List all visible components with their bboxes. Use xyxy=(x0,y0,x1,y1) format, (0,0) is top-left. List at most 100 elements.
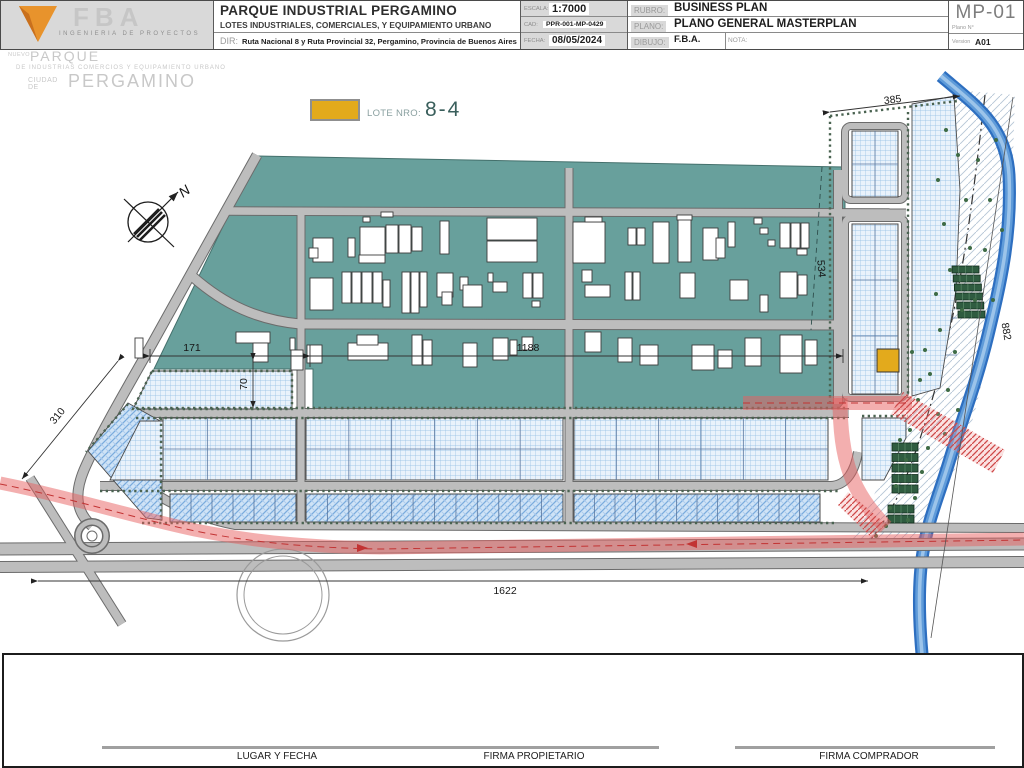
building-footprint xyxy=(420,272,427,307)
building-footprint xyxy=(523,273,532,298)
building-footprint xyxy=(399,225,411,253)
building-footprint xyxy=(423,340,432,365)
branding-nuevo: NUEVO xyxy=(8,52,30,58)
title-block: FBA INGENIERIA DE PROYECTOS PARQUE INDUS… xyxy=(0,0,1024,50)
building-footprint xyxy=(633,272,640,300)
fba-tagline: INGENIERIA DE PROYECTOS xyxy=(59,31,200,37)
logo-cell: FBA INGENIERIA DE PROYECTOS xyxy=(1,1,214,49)
sheet-number-cell: MP-01 Plano N° Version A01 xyxy=(949,1,1023,49)
dir-label: DIR: xyxy=(220,36,238,46)
plan-info-cell: RUBRO: BUSINESS PLAN PLANO: PLANO GENERA… xyxy=(628,1,949,49)
branding-ciudad-de: CIUDAD DE xyxy=(28,77,58,91)
signature-line-propietario xyxy=(407,746,659,749)
dim-1622: 1622 xyxy=(493,585,517,597)
building-footprint xyxy=(290,338,295,350)
north-label: N xyxy=(175,181,193,200)
building-footprint xyxy=(348,238,355,257)
legend-lot-swatch xyxy=(310,99,360,121)
dibujo-value: F.B.A. xyxy=(674,34,700,45)
building-footprint xyxy=(805,340,817,365)
signature-line-comprador xyxy=(735,746,995,749)
fecha-label: FECHA: xyxy=(524,38,545,44)
tree-dot xyxy=(1000,228,1004,232)
tree-dot xyxy=(936,178,940,182)
tree-dot xyxy=(946,388,950,392)
dim-534: 534 xyxy=(814,259,827,278)
tree-dot xyxy=(894,484,898,488)
dim-171: 171 xyxy=(183,342,201,354)
building-footprint xyxy=(383,280,390,307)
dim-310: 310 xyxy=(47,405,67,426)
tree-dot xyxy=(898,438,902,442)
building-footprint xyxy=(362,272,372,303)
tree-dot xyxy=(976,158,980,162)
dir-value: Ruta Nacional 8 y Ruta Provincial 32, Pe… xyxy=(242,37,517,46)
building-footprint xyxy=(768,240,775,246)
tree-dot xyxy=(968,246,972,250)
building-footprint xyxy=(310,278,333,310)
building-footprint xyxy=(716,238,725,258)
sheet-number: MP-01 xyxy=(949,2,1023,24)
building-footprint xyxy=(236,332,270,343)
building-footprint xyxy=(363,217,370,222)
tree-dot xyxy=(934,292,938,296)
sign-label-lugar-y-fecha: LUGAR Y FECHA xyxy=(237,751,317,762)
building-footprint xyxy=(412,227,422,251)
cad-value: PPR-001-MP-0429 xyxy=(543,21,606,28)
building-footprint xyxy=(442,292,452,305)
north-arrow-icon: N xyxy=(124,181,194,247)
fecha-value: 08/05/2024 xyxy=(549,35,605,46)
building-footprint xyxy=(680,273,695,298)
tree-dot xyxy=(923,348,927,352)
building-footprint xyxy=(381,212,393,217)
legend-label: LOTE NRO: xyxy=(367,108,421,119)
building-footprint xyxy=(573,222,605,263)
building-footprint xyxy=(291,350,303,370)
dibujo-label: DIBUJO: xyxy=(631,37,669,48)
building-footprint xyxy=(463,343,477,367)
building-footprint xyxy=(745,338,761,366)
dim-70: 70 xyxy=(238,378,250,390)
building-footprint xyxy=(582,270,592,282)
branding-pergamino: PERGAMINO xyxy=(68,71,196,92)
sign-label-firma-propietario: FIRMA PROPIETARIO xyxy=(484,751,585,762)
tree-dot xyxy=(938,328,942,332)
building-footprint xyxy=(618,338,632,362)
building-footprint xyxy=(730,280,748,300)
building-footprint xyxy=(692,345,714,370)
building-footprint xyxy=(585,217,602,222)
tree-dot xyxy=(944,128,948,132)
building-footprint xyxy=(411,272,419,313)
building-footprint xyxy=(625,272,632,300)
escala-value: 1:7000 xyxy=(549,3,589,15)
building-footprint xyxy=(348,343,388,360)
plano-value: PLANO GENERAL MASTERPLAN xyxy=(674,18,857,30)
building-footprint xyxy=(373,272,382,303)
building-footprint xyxy=(678,219,691,262)
building-footprint xyxy=(463,285,482,307)
tree-dot xyxy=(906,518,910,522)
building-footprint xyxy=(754,218,762,224)
building-footprint xyxy=(801,223,809,248)
building-footprint xyxy=(402,272,410,313)
building-footprint xyxy=(352,272,361,303)
tree-dot xyxy=(960,308,964,312)
tree-dot xyxy=(983,248,987,252)
tree-dot xyxy=(920,470,924,474)
tree-dot xyxy=(942,222,946,226)
building-footprint xyxy=(357,335,378,345)
building-footprint xyxy=(637,228,645,245)
tree-dot xyxy=(904,458,908,462)
dim-882: 882 xyxy=(999,322,1014,341)
building-footprint xyxy=(780,223,790,248)
cad-label: CAD: xyxy=(524,22,538,28)
building-footprint xyxy=(532,301,540,307)
building-footprint xyxy=(640,345,658,365)
sheet-subtitle: LOTES INDUSTRIALES, COMERCIALES, Y EQUIP… xyxy=(220,20,491,30)
building-footprint xyxy=(798,275,807,295)
building-footprint xyxy=(585,332,601,352)
sheet-number-label: Plano N° xyxy=(952,25,974,31)
version-value: A01 xyxy=(975,37,991,47)
signature-box: LUGAR Y FECHA FIRMA PROPIETARIO FIRMA CO… xyxy=(2,653,1024,768)
tree-dot xyxy=(948,268,952,272)
